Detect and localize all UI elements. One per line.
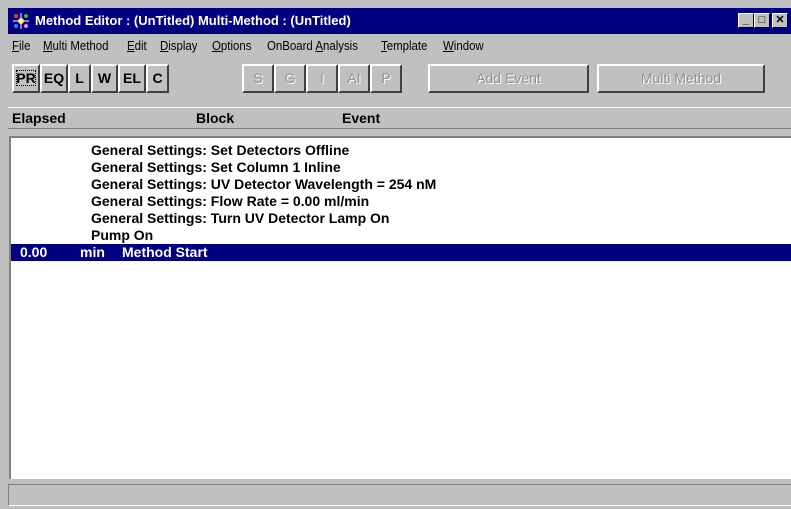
toolbar: PR EQ L W EL C S G I AI P Add Event Mult… <box>0 64 791 98</box>
window-title: Method Editor : (UnTitled) Multi-Method … <box>35 13 351 28</box>
event-text: General Settings: Set Column 1 Inline <box>91 159 341 175</box>
multi-method-button[interactable]: Multi Method <box>597 64 765 93</box>
close-button[interactable]: ✕ <box>772 13 788 28</box>
add-event-button[interactable]: Add Event <box>428 64 589 93</box>
maximize-button[interactable]: □ <box>754 13 770 28</box>
l-button[interactable]: L <box>68 64 91 93</box>
p-button[interactable]: P <box>370 64 402 93</box>
method-editor-window: Method Editor : (UnTitled) Multi-Method … <box>0 0 791 509</box>
ai-button[interactable]: AI <box>338 64 370 93</box>
event-unit: min <box>80 244 105 260</box>
event-text: General Settings: Turn UV Detector Lamp … <box>91 210 390 226</box>
menu-multi-method[interactable]: Multi Method <box>43 38 109 53</box>
menu-file[interactable]: File <box>12 38 30 53</box>
menu-bar: File Multi Method Edit Display Options OnBoar… <box>12 38 500 58</box>
event-text: Method Start <box>122 244 208 260</box>
menu-window[interactable]: Window <box>443 38 484 53</box>
close-icon: ✕ <box>775 14 785 26</box>
event-text: General Settings: Set Detectors Offline <box>91 142 350 158</box>
event-row[interactable]: General Settings: Flow Rate = 0.00 ml/mi… <box>11 193 791 210</box>
event-row[interactable]: General Settings: Set Detectors Offline <box>11 142 791 159</box>
menu-template[interactable]: Template <box>381 38 427 53</box>
event-elapsed: 0.00 <box>20 244 48 260</box>
event-row[interactable]: General Settings: Turn UV Detector Lamp … <box>11 210 791 227</box>
header-elapsed[interactable]: Elapsed <box>12 110 66 126</box>
status-bar <box>8 484 791 506</box>
g-button[interactable]: G <box>274 64 306 93</box>
header-block[interactable]: Block <box>196 110 234 126</box>
event-text: Pump On <box>91 227 154 243</box>
event-row[interactable]: Pump On <box>11 227 791 244</box>
menu-display[interactable]: Display <box>160 38 198 53</box>
menu-edit[interactable]: Edit <box>127 38 147 53</box>
title-bar[interactable]: Method Editor : (UnTitled) Multi-Method … <box>8 8 791 34</box>
i-button[interactable]: I <box>306 64 338 93</box>
el-button[interactable]: EL <box>118 64 146 93</box>
event-text: General Settings: UV Detector Wavelength… <box>91 176 437 192</box>
menu-onboard-analysis[interactable]: OnBoard Analysis <box>267 38 358 53</box>
event-row[interactable]: 0.00 min Method Start <box>11 244 791 261</box>
header-event[interactable]: Event <box>342 110 380 126</box>
event-list[interactable]: General Settings: Set Detectors Offline G… <box>9 136 791 479</box>
w-button[interactable]: W <box>91 64 118 93</box>
event-text: General Settings: Flow Rate = 0.00 ml/mi… <box>91 193 370 209</box>
eq-button[interactable]: EQ <box>40 64 68 93</box>
s-button[interactable]: S <box>242 64 274 93</box>
event-row[interactable]: General Settings: Set Column 1 Inline <box>11 159 791 176</box>
minimize-button[interactable]: _ <box>738 13 754 28</box>
restore-icon: □ <box>758 14 766 26</box>
menu-options[interactable]: Options <box>212 38 251 53</box>
c-button[interactable]: C <box>146 64 169 93</box>
column-header: Elapsed Block Event <box>8 107 791 129</box>
event-row[interactable]: General Settings: UV Detector Wavelength… <box>11 176 791 193</box>
pr-button[interactable]: PR <box>12 64 40 93</box>
app-icon <box>13 13 29 29</box>
minimize-icon: _ <box>742 14 750 26</box>
